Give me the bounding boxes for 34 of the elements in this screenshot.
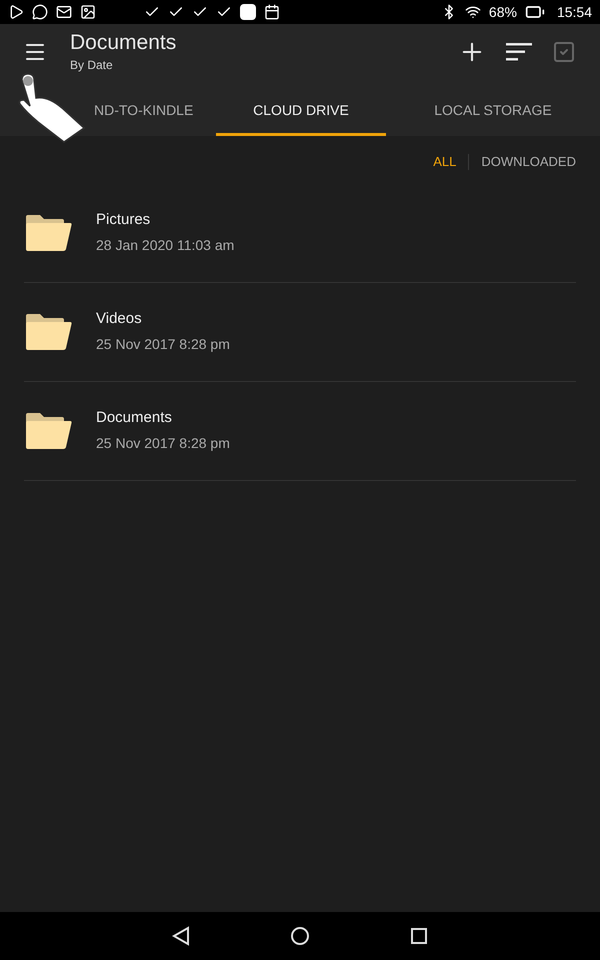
filter-link[interactable]: ALL xyxy=(433,152,456,172)
folder-row[interactable]: Documents 25 Nov 2017 8:28 pm xyxy=(24,382,576,480)
folder-name: Pictures xyxy=(96,210,152,230)
folder-row[interactable]: Pictures 28 Jan 2020 11:03 am xyxy=(24,184,576,282)
image-icon xyxy=(80,4,96,20)
folder-date: 25 Nov 2017 8:28 pm xyxy=(96,335,230,354)
wifi-icon xyxy=(464,4,481,20)
folder-name: Documents xyxy=(96,408,173,428)
page-subtitle: By Date xyxy=(70,57,114,74)
folder-row[interactable]: Videos 25 Nov 2017 8:28 pm xyxy=(24,282,576,382)
calendar-icon xyxy=(264,4,280,20)
folder-date: 25 Nov 2017 8:28 pm xyxy=(96,434,230,454)
folder-icon xyxy=(24,314,72,350)
hand-pointer-icon xyxy=(18,72,88,144)
battery-percent: 68% xyxy=(488,2,517,22)
folder-icon xyxy=(24,412,72,448)
play-icon xyxy=(8,4,24,20)
recents-icon[interactable] xyxy=(410,927,428,945)
select-icon[interactable] xyxy=(552,40,576,64)
store-icon xyxy=(240,4,256,20)
tab[interactable]: CLOUD DRIVE xyxy=(216,88,386,136)
tab[interactable]: ND-TO-KINDLE xyxy=(0,88,216,136)
home-icon[interactable] xyxy=(290,926,310,946)
folder-name: Videos xyxy=(96,308,143,329)
chat-icon xyxy=(32,4,48,20)
folder-date: 28 Jan 2020 11:03 am xyxy=(96,236,234,256)
mail-icon xyxy=(56,4,72,20)
page-title: Documents xyxy=(70,30,176,56)
sort-icon[interactable] xyxy=(506,42,532,62)
tab[interactable]: LOCAL STORAGE xyxy=(386,88,600,136)
back-icon[interactable] xyxy=(172,926,190,946)
filter-link[interactable]: DOWNLOADED xyxy=(481,152,576,172)
folder-icon xyxy=(24,214,72,250)
clock: 15:54 xyxy=(556,2,592,22)
